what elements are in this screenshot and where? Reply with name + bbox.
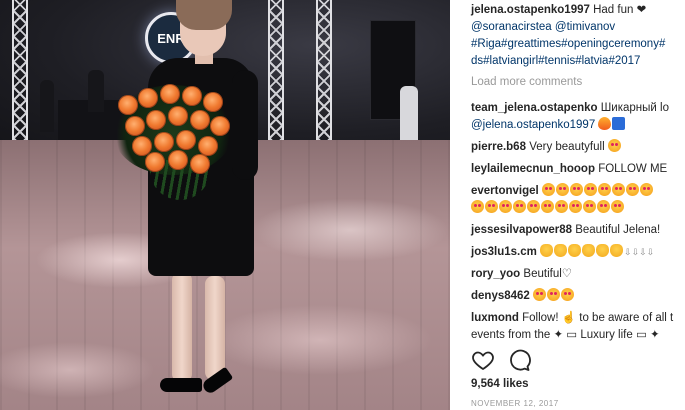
rose xyxy=(176,130,196,150)
rose xyxy=(154,132,174,152)
heart-emoji-icon xyxy=(547,288,561,301)
heart-emoji-icon xyxy=(583,200,596,213)
rose xyxy=(118,95,138,115)
heart-emoji-icon xyxy=(555,200,568,213)
rose xyxy=(168,150,188,170)
hand-emoji-icon xyxy=(540,244,554,257)
comment-text: Шикарный lo xyxy=(600,102,669,114)
comment-username[interactable]: pierre.b68 xyxy=(471,141,526,153)
heart-emoji-icon xyxy=(471,200,484,213)
rose xyxy=(198,136,218,156)
comment-text-line2: events from the ✦ ▭ Luxury life ▭ ✦ xyxy=(471,329,660,341)
rose xyxy=(146,110,166,130)
comment-username[interactable]: rory_yoo xyxy=(471,268,520,280)
comment-item: leylailemecnun_hooop FOLLOW ME xyxy=(471,161,685,178)
comment-item: luxmond Follow! ☝ to be aware of all t e… xyxy=(471,310,685,344)
hand-emoji-icon xyxy=(568,244,582,257)
heart-emoji-icon xyxy=(597,200,610,213)
leg xyxy=(172,272,192,382)
heart-emoji-icon xyxy=(533,288,547,301)
rose xyxy=(125,116,145,136)
comment-item: team_jelena.ostapenko Шикарный lo @jelen… xyxy=(471,100,685,134)
woman-figure xyxy=(0,0,450,410)
caption-hashtags[interactable]: #Riga#greattimes#openingceremony# xyxy=(471,38,665,50)
post-caption: jelena.ostapenko1997 Had fun ❤ @soranaci… xyxy=(471,2,685,70)
rose xyxy=(203,92,223,112)
rose xyxy=(190,110,210,130)
comment-text-line2[interactable]: @jelena.ostapenko1997 xyxy=(471,119,595,131)
comment-username[interactable]: evertonvigel xyxy=(471,185,539,197)
fire-emoji-icon xyxy=(598,117,612,130)
hand-emoji-icon xyxy=(610,244,624,257)
comment-item: jos3lu1s.cm ⇩⇩⇩⇩ xyxy=(471,244,685,261)
caption-mentions[interactable]: @soranacirstea @timivanov xyxy=(471,21,615,33)
heart-emoji-icon xyxy=(513,200,526,213)
comment-item: denys8462 xyxy=(471,288,685,305)
caption-username[interactable]: jelena.ostapenko1997 xyxy=(471,4,590,16)
heart-emoji-icon xyxy=(639,183,653,196)
comment-username[interactable]: team_jelena.ostapenko xyxy=(471,102,598,114)
comment-item: evertonvigel xyxy=(471,183,685,217)
like-count[interactable]: 9,564 likes xyxy=(471,378,529,390)
comment-username[interactable]: jos3lu1s.cm xyxy=(471,246,537,258)
comment-item: rory_yoo Beutiful♡ xyxy=(471,266,685,283)
arm xyxy=(232,70,258,180)
caption-hashtags[interactable]: ds#latviangirl#tennis#latvia#2017 xyxy=(471,55,640,67)
heart-emoji-icon xyxy=(499,200,512,213)
caption-line: Had fun ❤ xyxy=(593,4,647,16)
heart-emoji-icon xyxy=(561,288,575,301)
heart-emoji-icon xyxy=(611,183,625,196)
comment-item: pierre.b68 Very beautyfull xyxy=(471,139,685,156)
comment-username[interactable]: luxmond xyxy=(471,312,519,324)
shoe xyxy=(160,378,202,392)
heart-emoji-icon xyxy=(555,183,569,196)
comment-trail: ⇩⇩⇩⇩ xyxy=(624,247,655,257)
load-more-comments-link[interactable]: Load more comments xyxy=(471,76,582,88)
comment-icon[interactable] xyxy=(507,348,531,372)
heart-emoji-icon xyxy=(597,183,611,196)
hair xyxy=(176,0,232,30)
comment-text: Follow! ☝ to be aware of all t xyxy=(522,312,674,324)
heart-emoji-icon xyxy=(485,200,498,213)
comment-username[interactable]: leylailemecnun_hooop xyxy=(471,163,595,175)
heart-emoji-icon xyxy=(625,183,639,196)
heart-emoji-icon xyxy=(527,200,540,213)
rose xyxy=(168,106,188,126)
hand-emoji-icon xyxy=(554,244,568,257)
leg xyxy=(205,276,225,380)
heart-emoji-icon xyxy=(569,183,583,196)
comment-list: team_jelena.ostapenko Шикарный lo @jelen… xyxy=(471,100,685,349)
rose xyxy=(190,154,210,174)
comment-item: jessesilvapower88 Beautiful Jelena! xyxy=(471,222,685,239)
rose xyxy=(182,86,202,106)
post-actions xyxy=(471,348,685,374)
rose xyxy=(138,88,158,108)
hand-emoji-icon xyxy=(596,244,610,257)
rose xyxy=(160,84,180,104)
comment-text: Very beautyfull xyxy=(529,141,605,153)
heart-icon[interactable] xyxy=(471,348,495,372)
heart-emoji-icon xyxy=(607,139,621,152)
blue-emoji-icon xyxy=(612,117,626,130)
comments-panel: jelena.ostapenko1997 Had fun ❤ @soranaci… xyxy=(450,0,685,410)
comment-text: Beautiful Jelena! xyxy=(575,224,661,236)
rose xyxy=(210,116,230,136)
rose xyxy=(145,152,165,172)
post-photo[interactable]: ENR xyxy=(0,0,450,410)
heart-emoji-icon xyxy=(611,200,624,213)
comment-text: Beutiful♡ xyxy=(523,268,573,280)
comment-text: FOLLOW ME xyxy=(598,163,668,175)
heart-emoji-icon xyxy=(583,183,597,196)
comment-username[interactable]: denys8462 xyxy=(471,290,530,302)
heart-emoji-icon xyxy=(569,200,582,213)
post-date: NOVEMBER 12, 2017 xyxy=(471,399,559,408)
heart-emoji-icon xyxy=(541,200,554,213)
comment-username[interactable]: jessesilvapower88 xyxy=(471,224,572,236)
hand-emoji-icon xyxy=(582,244,596,257)
heart-emoji-icon xyxy=(541,183,555,196)
